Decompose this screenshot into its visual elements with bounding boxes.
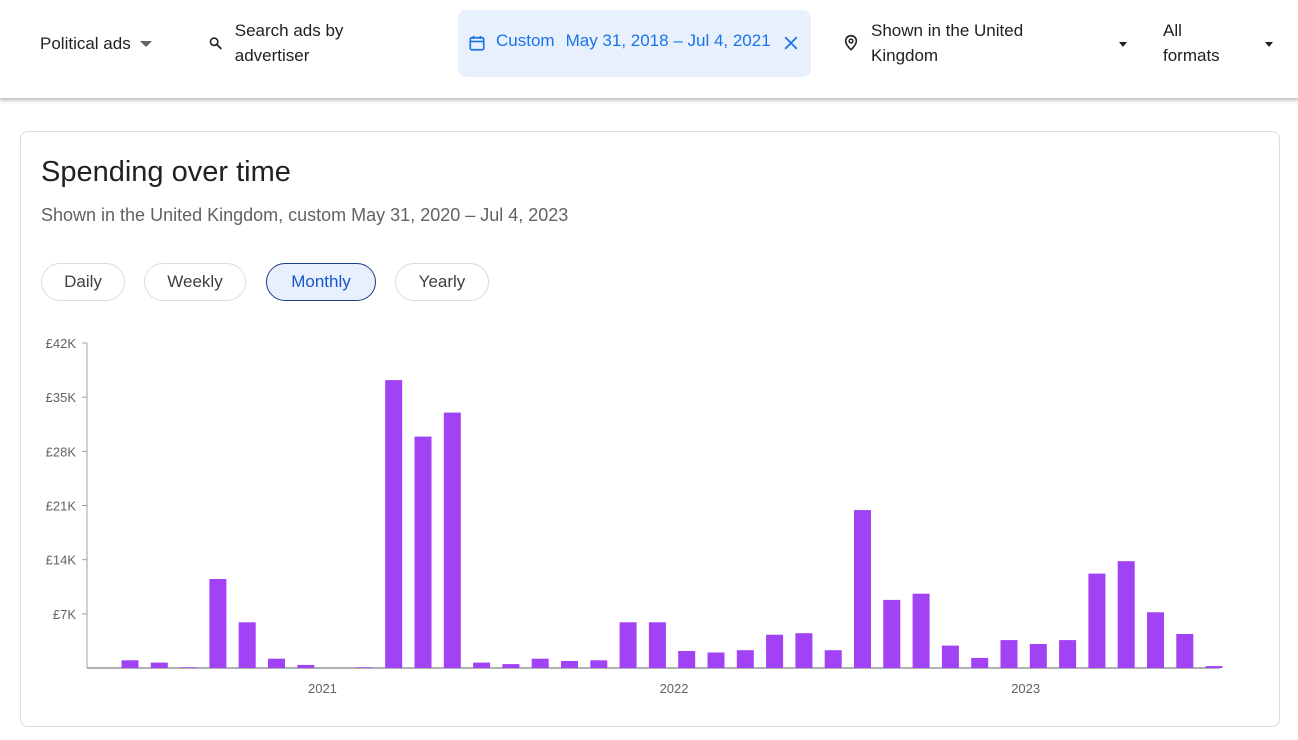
- caret-down-icon: [1265, 42, 1273, 47]
- caret-down-icon: [139, 41, 152, 47]
- bar[interactable]: Jul 2021: 500: [502, 664, 520, 668]
- bar[interactable]: Feb 2022: 2000: [707, 652, 725, 669]
- caret-down-icon: [1119, 42, 1127, 47]
- bar[interactable]: Apr 2023: 13800: [1117, 561, 1135, 668]
- bar[interactable]: Jun 2022: 2300: [824, 650, 842, 668]
- granularity-yearly-button[interactable]: Yearly: [395, 263, 489, 301]
- x-tick-label: 2023: [1011, 681, 1040, 696]
- y-tick-label: £21K: [46, 499, 77, 514]
- close-icon[interactable]: [783, 35, 799, 51]
- date-range-chip[interactable]: Custom May 31, 2018 – Jul 4, 2021: [458, 10, 811, 77]
- calendar-icon: [469, 35, 485, 51]
- granularity-daily-button[interactable]: Daily: [41, 263, 125, 301]
- y-tick-label: £14K: [46, 553, 77, 568]
- search-input[interactable]: Search ads by advertiser: [235, 18, 408, 68]
- formats-label: All formats: [1163, 21, 1220, 65]
- y-tick-label: £35K: [46, 390, 77, 405]
- bar[interactable]: Nov 2020: 1200: [268, 658, 285, 668]
- y-tick-label: £28K: [46, 444, 77, 459]
- bar[interactable]: Nov 2021: 5900: [619, 622, 637, 668]
- ads-type-dropdown[interactable]: Political ads: [40, 31, 152, 57]
- bar[interactable]: Dec 2022: 3600: [1000, 640, 1018, 668]
- region-label: Shown in the United Kingdom: [871, 21, 1024, 65]
- date-range-label: May 31, 2018 – Jul 4, 2021: [565, 31, 771, 50]
- bar[interactable]: Jan 2023: 3100: [1029, 644, 1047, 668]
- bar[interactable]: May 2022: 4500: [795, 633, 813, 668]
- bar[interactable]: Dec 2020: 400: [297, 664, 315, 668]
- bar[interactable]: Oct 2022: 2900: [941, 645, 959, 668]
- bar[interactable]: May 2021: 33000: [443, 412, 461, 668]
- region-dropdown[interactable]: Shown in the United Kingdom: [843, 18, 1143, 68]
- granularity-weekly-button[interactable]: Weekly: [144, 263, 246, 301]
- y-tick-label: £42K: [46, 336, 77, 351]
- bar[interactable]: Aug 2021: 1200: [531, 658, 549, 668]
- card-subtitle: Shown in the United Kingdom, custom May …: [41, 205, 569, 225]
- bar[interactable]: Mar 2023: 12200: [1088, 573, 1106, 668]
- bar[interactable]: Apr 2021: 29900: [414, 436, 432, 668]
- bar[interactable]: Jul 2020: 700: [150, 662, 168, 668]
- y-tick-label: £7K: [53, 607, 76, 622]
- formats-dropdown[interactable]: All formats: [1163, 18, 1283, 68]
- x-tick-label: 2021: [308, 681, 337, 696]
- date-mode-label: Custom: [496, 31, 555, 50]
- advertiser-search[interactable]: Search ads by advertiser: [208, 18, 408, 68]
- bar[interactable]: Jul 2022: 20400: [854, 510, 871, 668]
- filter-bar: Political ads Search ads by advertiser C…: [0, 0, 1298, 99]
- bar[interactable]: Sep 2020: 11500: [209, 579, 227, 668]
- bar[interactable]: Sep 2021: 900: [561, 661, 578, 668]
- spending-bar-chart: £7K £14K £21K £28K £35K £42K Jun 2020: 1000 Jul…: [46, 336, 1223, 696]
- bar[interactable]: Aug 2022: 8800: [883, 599, 901, 668]
- x-tick-label: 2022: [660, 681, 689, 696]
- search-icon: [209, 37, 222, 50]
- bar[interactable]: Jan 2022: 2200: [678, 651, 696, 668]
- location-pin-icon: [844, 34, 858, 51]
- bar[interactable]: Oct 2020: 5900: [238, 622, 256, 668]
- bar[interactable]: Jun 2021: 700: [473, 662, 491, 668]
- granularity-monthly-button[interactable]: Monthly: [266, 263, 376, 301]
- bar[interactable]: Nov 2022: 1300: [971, 657, 989, 668]
- bar[interactable]: Feb 2021: 100: [355, 667, 373, 668]
- bar[interactable]: Mar 2022: 2300: [736, 650, 754, 668]
- bar[interactable]: Jun 2020: 1000: [121, 660, 139, 668]
- bar[interactable]: May 2023: 7200: [1147, 612, 1164, 668]
- ads-type-label: Political ads: [40, 34, 131, 53]
- bar[interactable]: Dec 2021: 5900: [648, 622, 666, 668]
- bar[interactable]: Aug 2020: 100: [180, 667, 198, 668]
- bar[interactable]: Jun 2023: 4400: [1176, 634, 1194, 668]
- bar[interactable]: Oct 2021: 1000: [590, 660, 608, 668]
- bar[interactable]: Mar 2021: 37200: [385, 380, 403, 668]
- bar[interactable]: Jul 2023: 250: [1205, 666, 1223, 668]
- bar[interactable]: Feb 2023: 3600: [1059, 640, 1077, 668]
- bar[interactable]: Sep 2022: 9600: [912, 593, 930, 668]
- bar[interactable]: Apr 2022: 4300: [766, 634, 784, 668]
- card-title: Spending over time: [41, 156, 291, 188]
